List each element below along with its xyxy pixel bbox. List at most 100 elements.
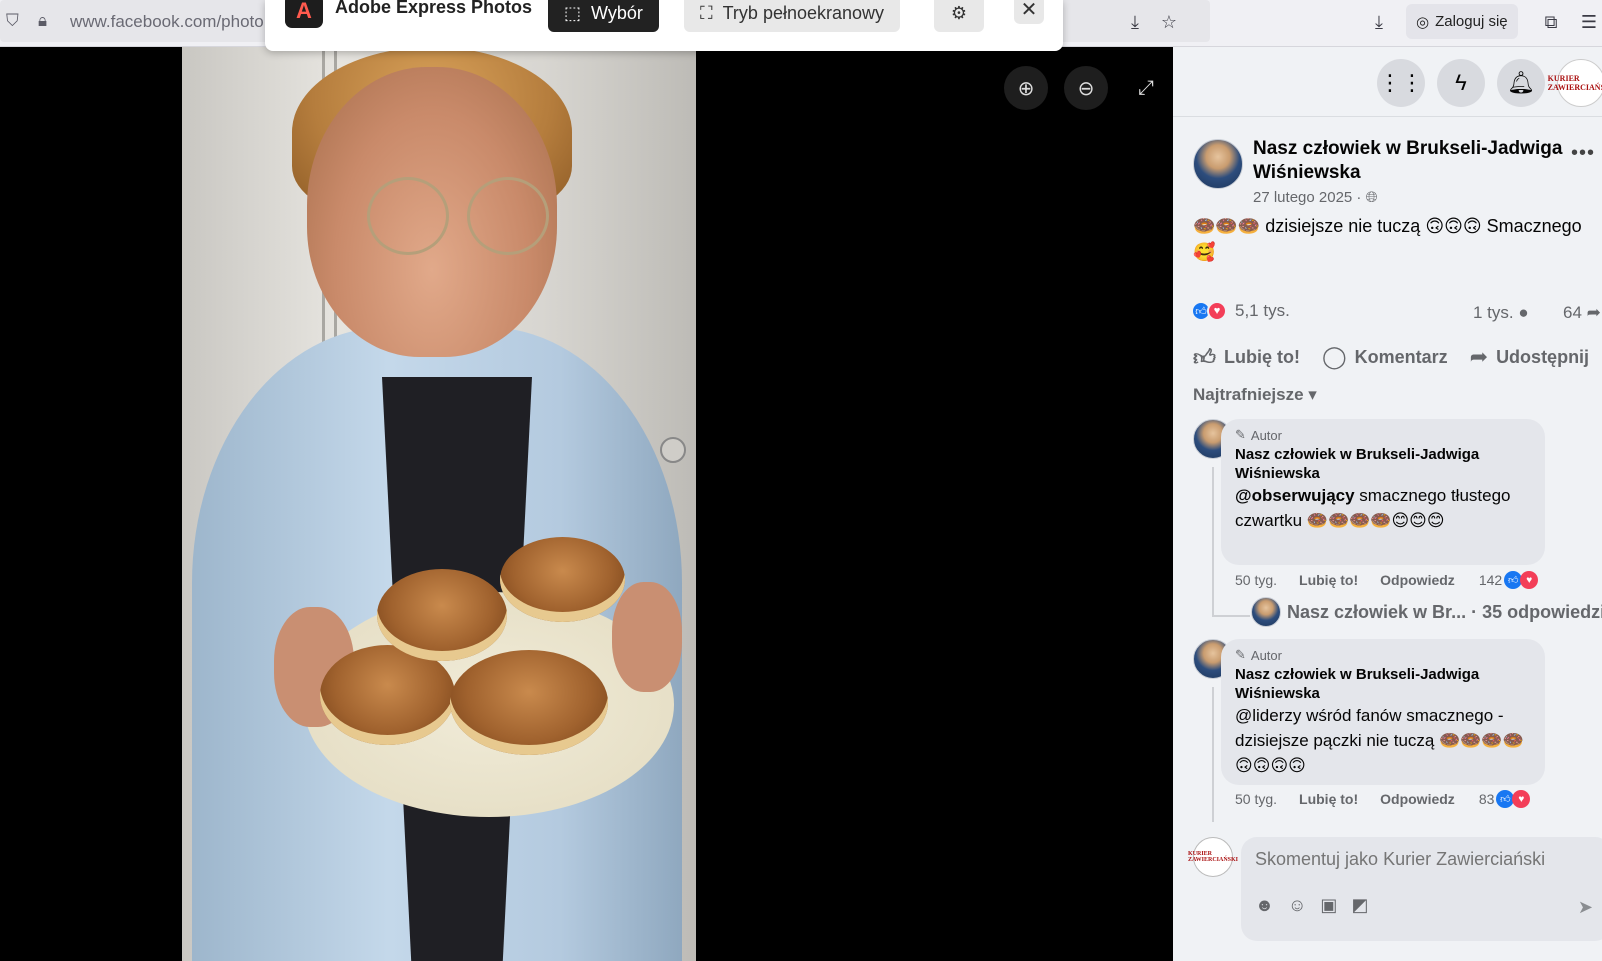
downloads-icon[interactable]: ⤓ (1366, 9, 1392, 35)
page-avatar[interactable]: KURIER ZAWIERCIAŃSKI (1548, 59, 1602, 107)
comment-reaction-count: 83 (1478, 791, 1495, 807)
install-app-icon[interactable]: ⤓ (1122, 9, 1148, 35)
thumbs-up-icon: 👍︎ (1193, 344, 1216, 370)
comment-label: Komentarz (1354, 346, 1448, 367)
account-icon: ◎ (1416, 13, 1430, 31)
globe-icon: 🌐︎ (1365, 189, 1378, 206)
like-label: Lubię to! (1224, 346, 1300, 367)
comment-age[interactable]: 50 tyg. (1235, 572, 1277, 588)
notifications-bell-icon[interactable]: 🔔︎ (1497, 59, 1545, 107)
love-reaction-icon: ♥ (1207, 301, 1227, 321)
send-icon[interactable]: ➤ (1578, 897, 1593, 918)
login-button[interactable]: ◎ Zaloguj się (1406, 4, 1518, 39)
comment-composer: KURIER ZAWIERCIAŃSKI ☻ ☺ ▣ ◩ ➤ (1188, 837, 1602, 947)
select-button[interactable]: ⬚ Wybór (548, 0, 659, 32)
comment-bubble-icon: ● (1518, 303, 1529, 322)
adobe-popup-title: Adobe Express Photos (335, 0, 533, 17)
comment-like-button[interactable]: Lubię to! (1299, 572, 1358, 588)
selection-icon: ⬚ (564, 2, 582, 23)
post-side-panel: ⋮⋮ ϟ 🔔︎ KURIER ZAWIERCIAŃSKI Nasz człowi… (1173, 47, 1602, 961)
composer-tools: ☻ ☺ ▣ ◩ (1255, 895, 1368, 916)
comment-reply-button[interactable]: Odpowiedz (1380, 791, 1455, 807)
comment-like-button[interactable]: Lubię to! (1299, 791, 1358, 807)
like-button[interactable]: 👍︎ Lubię to! (1193, 337, 1300, 377)
share-count[interactable]: 64 ➦ (1563, 303, 1601, 323)
comment-input[interactable] (1255, 849, 1595, 870)
fullscreen-icon[interactable]: ⤢ (1124, 66, 1168, 110)
adobe-express-popup: A Adobe Express Photos ⬚ Wybór ⛶ Tryb pe… (265, 0, 1063, 51)
comment-author[interactable]: Nasz człowiek w Brukseli-Jadwiga Wiśniew… (1235, 665, 1531, 703)
view-replies-link[interactable]: Nasz człowiek w Br... · 35 odpowiedzi (1251, 597, 1602, 627)
comment-input-box[interactable]: ☻ ☺ ▣ ◩ ➤ (1241, 837, 1602, 941)
top-nav-icons: ⋮⋮ ϟ 🔔︎ KURIER ZAWIERCIAŃSKI (1173, 47, 1602, 117)
author-badge: ✎ Autor (1235, 427, 1531, 443)
comment-bubble: ✎ Autor Nasz człowiek w Brukseli-Jadwiga … (1221, 639, 1545, 785)
gif-icon[interactable]: ▣ (1320, 895, 1337, 916)
comment-reaction-count: 142 (1478, 572, 1503, 588)
close-icon[interactable]: ✕ (1014, 0, 1044, 24)
bookmark-star-icon[interactable]: ☆ (1156, 9, 1182, 35)
zoom-out-icon[interactable]: ⊖ (1064, 66, 1108, 110)
comment-meta: 50 tyg. Lubię to! Odpowiedz 83 👍︎ ♥ (1235, 790, 1531, 808)
menu-icon[interactable]: ☰ (1576, 9, 1602, 35)
post-photo[interactable] (182, 47, 696, 961)
share-icon: ➦ (1469, 344, 1489, 369)
replies-label: Nasz człowiek w Br... · 35 odpowiedzi (1287, 601, 1602, 622)
shield-icon[interactable]: ⛉ (6, 11, 19, 31)
comment-count[interactable]: 1 tys. ● (1473, 303, 1529, 323)
comment-mention[interactable]: @obserwujący (1235, 486, 1355, 505)
right-hand (612, 582, 682, 692)
share-label: Udostępnij (1496, 346, 1590, 367)
thread-line (1212, 615, 1250, 617)
comment-text: @obserwujący smacznego tłustego czwartku… (1235, 483, 1531, 533)
select-label: Wybór (591, 2, 643, 23)
emoji-icon[interactable]: ☺ (1288, 895, 1306, 916)
glasses-right (467, 177, 549, 255)
donut (377, 569, 507, 661)
url-text[interactable]: www.facebook.com/photo (70, 12, 264, 32)
more-options-icon[interactable]: ••• (1571, 142, 1595, 165)
post-actions: 👍︎ Lubię to! ◯ Komentarz ➦ Udostępnij (1193, 337, 1602, 377)
fullscreen-mode-label: Tryb pełnoekranowy (722, 2, 885, 23)
comment-sort-dropdown[interactable]: Najtrafniejsze ▾ (1193, 385, 1317, 405)
comment-reactions[interactable]: 142 👍︎ ♥ (1478, 571, 1539, 589)
photo-viewer: ⊕ ⊖ ⤢ (0, 47, 1173, 961)
glasses-left (367, 177, 449, 255)
post-date-text[interactable]: 27 lutego 2025 · (1253, 189, 1361, 206)
fullscreen-mode-button[interactable]: ⛶ Tryb pełnoekranowy (684, 0, 901, 32)
zoom-in-icon[interactable]: ⊕ (1004, 66, 1048, 110)
commenter-avatar[interactable]: KURIER ZAWIERCIAŃSKI (1188, 837, 1238, 877)
login-label: Zaloguj się (1435, 13, 1508, 30)
thread-line (1212, 687, 1214, 822)
comment-author[interactable]: Nasz człowiek w Brukseli-Jadwiga Wiśniew… (1235, 445, 1531, 483)
caret-down-icon: ▾ (1308, 385, 1317, 404)
author-badge-label: Autor (1250, 647, 1282, 663)
post-date[interactable]: 27 lutego 2025 · 🌐︎ (1253, 189, 1378, 206)
share-arrow-icon: ➦ (1586, 303, 1601, 322)
comment-icon: ◯ (1321, 344, 1347, 369)
fullscreen-mode-icon: ⛶ (700, 2, 713, 23)
avatar-sticker-icon[interactable]: ☻ (1255, 895, 1274, 916)
comment-age[interactable]: 50 tyg. (1235, 791, 1277, 807)
messenger-icon[interactable]: ϟ (1437, 59, 1485, 107)
pencil-icon: ✎ (1235, 647, 1246, 662)
lock-icon[interactable]: 🔒︎ (38, 11, 47, 31)
extensions-icon[interactable]: ⧉ (1538, 9, 1564, 35)
comment-bubble: ✎ Autor Nasz człowiek w Brukseli-Jadwiga … (1221, 419, 1545, 565)
settings-gear-icon[interactable]: ⚙ (934, 0, 984, 32)
post-author-avatar[interactable] (1193, 139, 1243, 189)
reactions-summary[interactable]: 👍︎ ♥ 5,1 tys. (1191, 301, 1290, 321)
adobe-express-logo-icon: A (285, 0, 323, 28)
post-text: 🍩🍩🍩 dzisiejsze nie tuczą 🙃🙃🙃 Smacznego 🥰 (1193, 216, 1582, 262)
share-button[interactable]: ➦ Udostępnij (1470, 337, 1589, 377)
menu-grid-icon[interactable]: ⋮⋮ (1377, 59, 1425, 107)
donut (500, 537, 625, 622)
reaction-count: 5,1 tys. (1235, 301, 1290, 320)
post-author-name[interactable]: Nasz człowiek w Brukseli-Jadwiga Wiśniew… (1253, 137, 1583, 185)
comment-reply-button[interactable]: Odpowiedz (1380, 572, 1455, 588)
sticker-icon[interactable]: ◩ (1351, 895, 1368, 916)
donut (450, 650, 608, 755)
comment-reactions[interactable]: 83 👍︎ ♥ (1479, 790, 1531, 808)
thread-line (1212, 467, 1214, 617)
comment-button[interactable]: ◯ Komentarz (1322, 337, 1448, 377)
